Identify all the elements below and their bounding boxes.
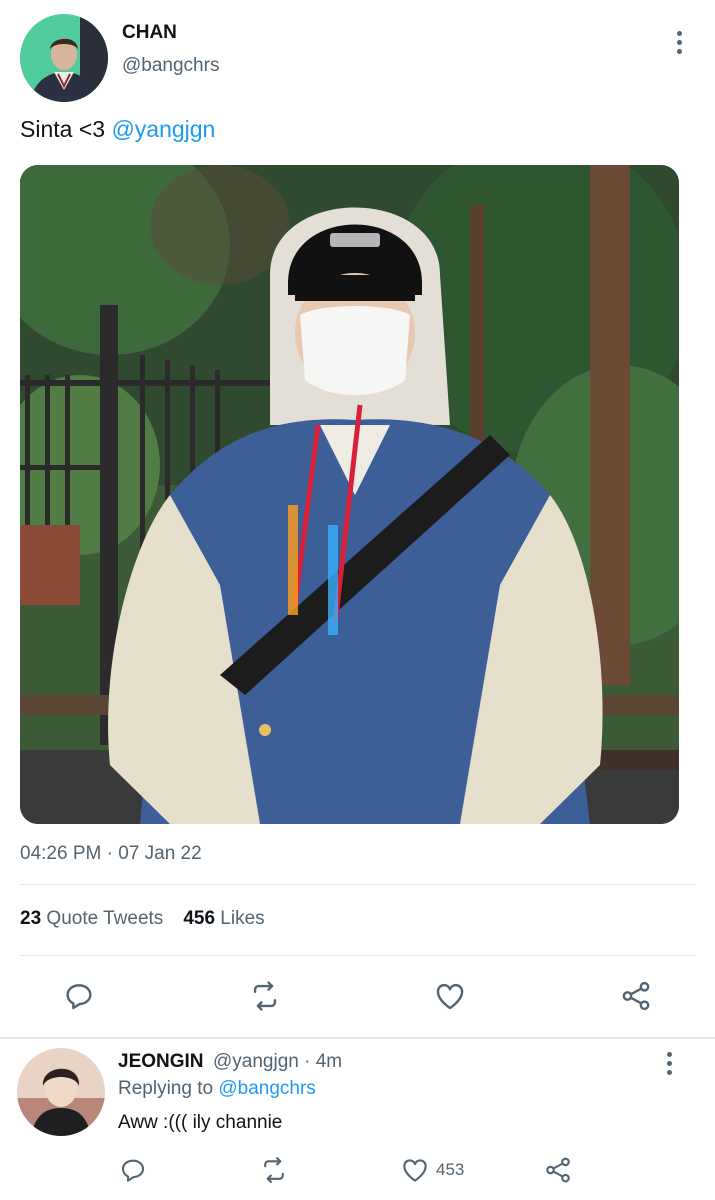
dot-separator: · [304, 1051, 311, 1072]
likes-label: Likes [220, 908, 265, 929]
reply-author-avatar[interactable] [17, 1048, 105, 1136]
author-avatar[interactable] [20, 14, 108, 102]
like-icon[interactable] [430, 976, 470, 1016]
replying-to: Replying to @bangchrs [118, 1078, 316, 1100]
author-handle[interactable]: @bangchrs [122, 55, 219, 77]
divider [20, 955, 695, 956]
reply-like-count: 453 [436, 1160, 465, 1179]
likes-count: 456 [183, 908, 216, 929]
replying-to-link[interactable]: @bangchrs [218, 1078, 315, 1099]
quote-tweets-stat[interactable]: 23 Quote Tweets [20, 908, 163, 930]
main-tweet: CHAN @bangchrs Sinta <3 @yangjgn 04:26 P… [0, 0, 715, 1038]
reply-tweet[interactable]: JEONGIN @yangjgn · 4m Replying to @bangc… [0, 1040, 715, 1200]
quote-tweets-count: 23 [20, 908, 42, 929]
more-options-icon[interactable] [665, 27, 693, 57]
reply-icon[interactable] [59, 976, 99, 1016]
likes-stat[interactable]: 456 Likes [183, 908, 264, 930]
reply-reply-icon[interactable] [118, 1152, 148, 1188]
reply-like-button[interactable]: 453 [400, 1152, 464, 1188]
reply-more-options-icon[interactable] [655, 1048, 683, 1078]
tweet-timestamp[interactable]: 04:26 PM · 07 Jan 22 [20, 843, 202, 865]
tweet-photo[interactable] [20, 165, 679, 824]
quote-tweets-label: Quote Tweets [46, 908, 164, 929]
reply-time[interactable]: 4m [316, 1051, 342, 1072]
author-name[interactable]: CHAN [122, 22, 177, 44]
divider [20, 884, 695, 885]
replying-label: Replying to [118, 1078, 214, 1099]
tweet-stats: 23 Quote Tweets 456 Likes [20, 908, 265, 930]
section-divider [0, 1037, 715, 1039]
reply-share-icon[interactable] [543, 1152, 573, 1188]
reply-author-handle[interactable]: @yangjgn [213, 1051, 299, 1072]
reply-like-icon [403, 1159, 427, 1182]
tweet-text: Sinta <3 @yangjgn [20, 116, 215, 143]
share-icon[interactable] [616, 976, 656, 1016]
tweet-body: Sinta <3 [20, 116, 106, 142]
tweet-mention-link[interactable]: @yangjgn [111, 116, 215, 142]
reply-retweet-icon[interactable] [259, 1152, 289, 1188]
reply-meta: @yangjgn · 4m [213, 1051, 342, 1073]
reply-author-name[interactable]: JEONGIN [118, 1051, 204, 1073]
reply-text: Aww :((( ily channie [118, 1112, 283, 1133]
retweet-icon[interactable] [245, 976, 285, 1016]
